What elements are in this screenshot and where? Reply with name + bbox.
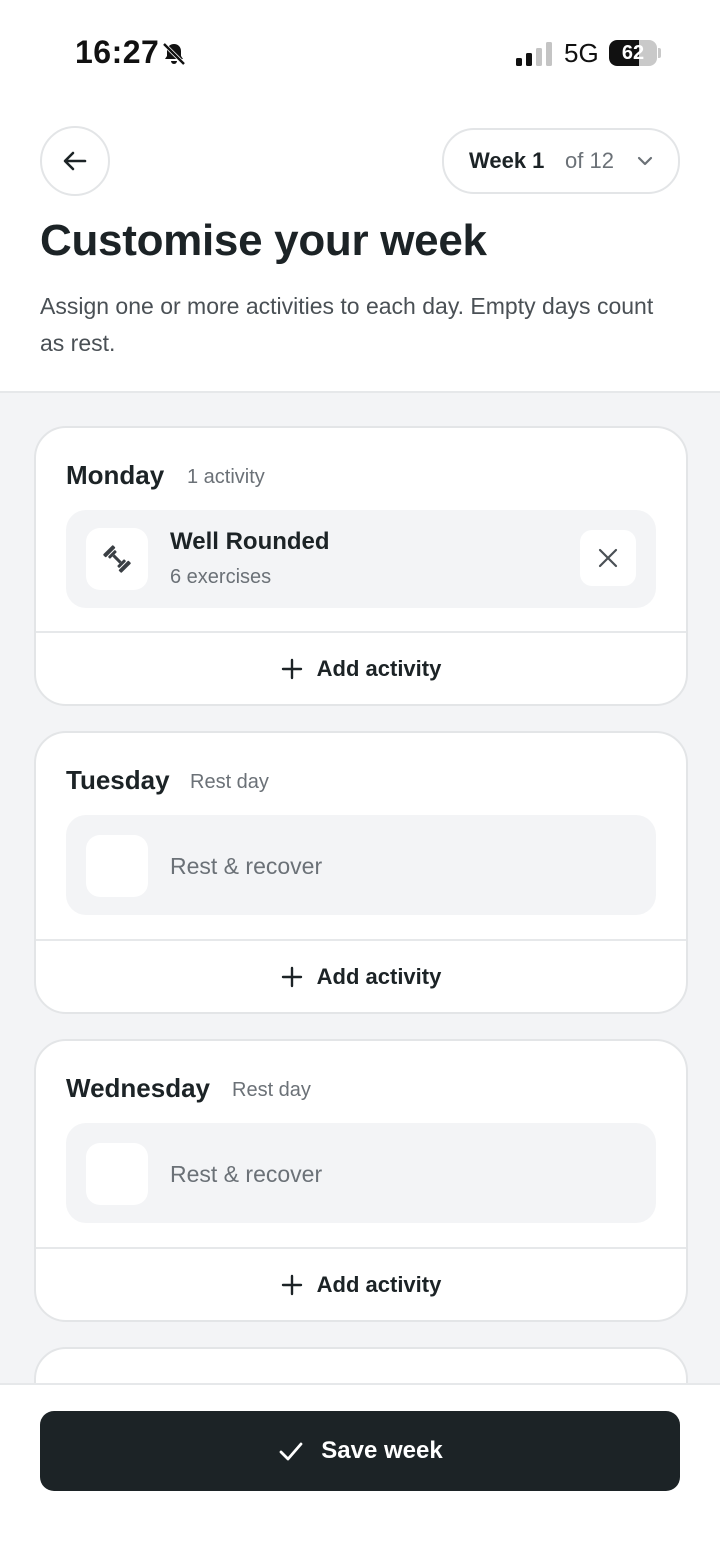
activity-subtitle: 6 exercises bbox=[170, 566, 272, 588]
day-name: Wednesday bbox=[66, 1073, 211, 1103]
save-week-label: Save week bbox=[321, 1437, 443, 1464]
add-activity-button[interactable]: Add activity bbox=[36, 633, 686, 704]
day-card-next-partial bbox=[34, 1347, 688, 1383]
save-week-button[interactable]: Save week bbox=[40, 1411, 680, 1491]
activity-icon-box bbox=[86, 528, 148, 590]
moon-icon bbox=[109, 1162, 121, 1186]
day-card-tuesday: Tuesday Rest day Rest & recover Add acti… bbox=[34, 731, 688, 1014]
rest-label: Rest & recover bbox=[170, 1161, 323, 1187]
day-name: Tuesday bbox=[66, 765, 170, 795]
signal-icon bbox=[516, 42, 552, 66]
moon-icon bbox=[109, 854, 121, 878]
battery-percent: 62 bbox=[621, 42, 645, 64]
week-total: of 12 bbox=[565, 148, 614, 173]
day-name: Monday bbox=[66, 460, 165, 490]
activity-tile[interactable]: Well Rounded 6 exercises bbox=[66, 510, 656, 608]
close-icon bbox=[598, 548, 618, 568]
remove-activity-button[interactable] bbox=[580, 530, 636, 586]
day-meta: 1 activity bbox=[187, 466, 265, 488]
check-icon bbox=[279, 1442, 303, 1461]
battery-tip bbox=[658, 48, 661, 58]
footer: Save week bbox=[0, 1383, 720, 1563]
rest-tile: Rest & recover bbox=[66, 1123, 656, 1223]
plus-icon bbox=[281, 658, 302, 680]
bell-slash-icon bbox=[162, 42, 186, 66]
add-activity-label: Add activity bbox=[316, 1272, 442, 1297]
dumbbell-icon bbox=[103, 545, 131, 573]
header: Week 1 of 12 Customise your week Assign … bbox=[0, 100, 720, 393]
week-label: Week 1 bbox=[469, 148, 545, 173]
week-selector[interactable]: Week 1 of 12 bbox=[442, 128, 680, 194]
activity-title: Well Rounded bbox=[170, 528, 330, 555]
plus-icon bbox=[281, 1274, 302, 1296]
back-button[interactable] bbox=[40, 126, 110, 196]
day-card-monday: Monday 1 activity Well Rounded 6 exercis… bbox=[34, 426, 688, 706]
page-title: Customise your week bbox=[40, 216, 487, 265]
day-meta: Rest day bbox=[190, 771, 269, 793]
day-meta: Rest day bbox=[232, 1079, 311, 1101]
status-time: 16:27 bbox=[75, 34, 160, 70]
rest-tile: Rest & recover bbox=[66, 815, 656, 915]
plus-icon bbox=[281, 966, 302, 988]
add-activity-label: Add activity bbox=[316, 964, 442, 989]
rest-icon-box bbox=[86, 835, 148, 897]
status-bar: 16:27 5G 62 bbox=[0, 0, 720, 100]
add-activity-button[interactable]: Add activity bbox=[36, 1249, 686, 1320]
day-card-wednesday: Wednesday Rest day Rest & recover Add ac… bbox=[34, 1039, 688, 1322]
add-activity-button[interactable]: Add activity bbox=[36, 941, 686, 1012]
network-label: 5G bbox=[564, 38, 599, 68]
day-list[interactable]: Monday 1 activity Well Rounded 6 exercis… bbox=[0, 393, 720, 1383]
add-activity-label: Add activity bbox=[316, 656, 442, 681]
rest-icon-box bbox=[86, 1143, 148, 1205]
page-subtitle: Assign one or more activities to each da… bbox=[40, 293, 654, 356]
chevron-down-icon bbox=[637, 156, 653, 166]
rest-label: Rest & recover bbox=[170, 853, 323, 879]
arrow-left-icon bbox=[63, 151, 87, 171]
battery-icon: 62 bbox=[609, 40, 657, 66]
